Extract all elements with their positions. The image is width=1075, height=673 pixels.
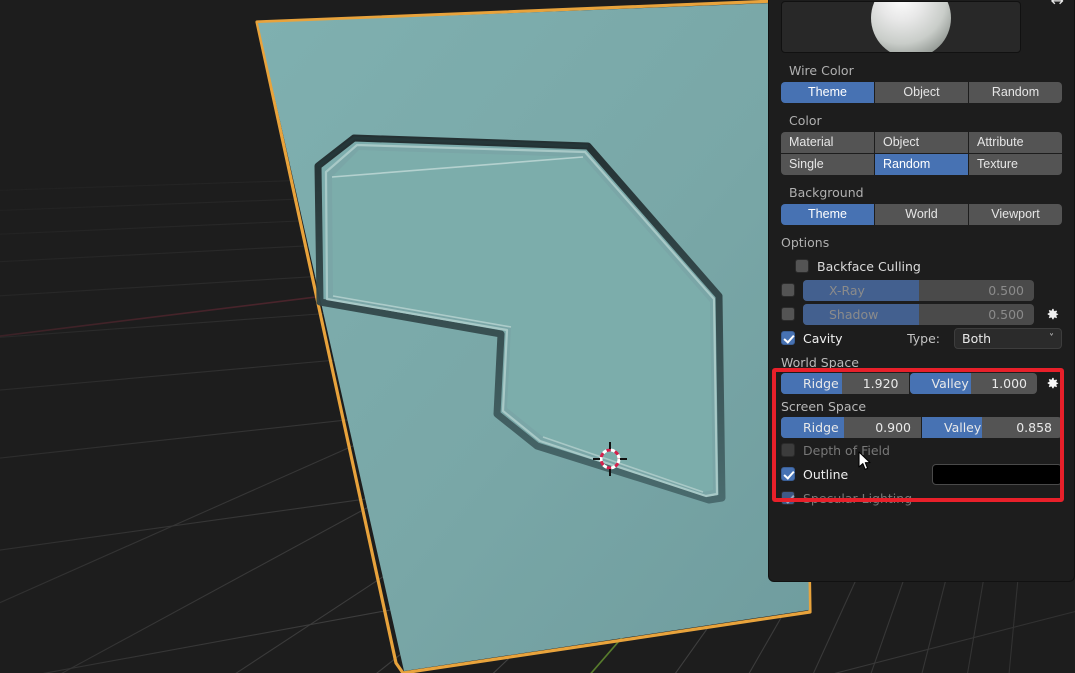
cavity-header-row[interactable]: Cavity Type: Both ˅ (781, 326, 1062, 350)
cavity-checkbox[interactable] (781, 331, 795, 345)
shadow-checkbox[interactable] (781, 307, 795, 321)
mouse-cursor (858, 451, 871, 470)
wire-color-option-object[interactable]: Object (875, 82, 968, 103)
cavity-settings-gear-icon[interactable] (1042, 374, 1062, 394)
cavity-type-label: Type: (907, 330, 940, 346)
horizontal-resize-icon[interactable]: ↔ (1051, 0, 1064, 9)
background-option-theme[interactable]: Theme (781, 204, 874, 225)
color-option-attribute[interactable]: Attribute (969, 132, 1062, 153)
background-option-viewport[interactable]: Viewport (969, 204, 1062, 225)
blender-window: ↔ Wire Color Theme Object Random Color M… (0, 0, 1075, 673)
color-label: Color (789, 113, 822, 128)
xray-value: 0.500 (988, 282, 1024, 298)
specular-lighting-row[interactable]: Specular Lighting (781, 486, 1062, 510)
color-toggle-group[interactable]: Material Object Attribute Single Random … (781, 132, 1062, 175)
shadow-row[interactable]: Shadow 0.500 (781, 302, 1062, 326)
material-preview-sphere (871, 2, 951, 52)
world-space-ridge-value: 1.920 (862, 376, 899, 391)
screen-space-row[interactable]: Ridge 0.900 Valley 0.858 (781, 417, 1062, 438)
wire-color-label: Wire Color (789, 63, 854, 78)
wire-color-option-theme[interactable]: Theme (781, 82, 874, 103)
outline-label: Outline (803, 466, 849, 482)
background-label: Background (789, 185, 864, 200)
screen-space-ridge-value: 0.900 (875, 420, 911, 435)
world-space-label: World Space (781, 355, 859, 370)
depth-of-field-row[interactable]: Depth of Field (781, 438, 1062, 462)
background-option-world[interactable]: World (875, 204, 968, 225)
chevron-down-icon: ˅ (1049, 332, 1054, 344)
backface-culling-row[interactable]: Backface Culling (781, 254, 1062, 278)
outline-color-swatch[interactable] (932, 463, 1062, 485)
specular-lighting-label: Specular Lighting (803, 490, 913, 506)
xray-slider[interactable]: X-Ray 0.500 (803, 279, 1034, 301)
color-option-random[interactable]: Random (875, 154, 968, 175)
cavity-type-dropdown[interactable]: Both ˅ (954, 327, 1062, 349)
outline-checkbox[interactable] (781, 467, 795, 481)
options-label: Options (781, 235, 830, 250)
color-option-material[interactable]: Material (781, 132, 874, 153)
cavity-settings-group[interactable]: Cavity Type: Both ˅ World Space Ridge 1.… (781, 326, 1062, 438)
material-preview-box[interactable] (781, 1, 1021, 53)
screen-space-valley-value: 0.858 (1016, 420, 1052, 435)
3d-cursor-icon (593, 442, 627, 476)
screen-space-ridge-slider[interactable]: Ridge 0.900 (781, 417, 921, 438)
cavity-type-value: Both (962, 330, 992, 346)
shadow-value: 0.500 (988, 306, 1024, 322)
world-space-valley-slider[interactable]: Valley 1.000 (909, 373, 1037, 394)
world-space-valley-value: 1.000 (991, 376, 1027, 391)
wire-color-option-random[interactable]: Random (969, 82, 1062, 103)
color-option-object[interactable]: Object (875, 132, 968, 153)
shadow-slider[interactable]: Shadow 0.500 (803, 303, 1034, 325)
viewport-shading-popover[interactable]: ↔ Wire Color Theme Object Random Color M… (768, 0, 1075, 582)
cavity-label: Cavity (803, 330, 843, 346)
specular-lighting-checkbox[interactable] (781, 491, 795, 505)
screen-space-label: Screen Space (781, 399, 867, 414)
depth-of-field-checkbox[interactable] (781, 443, 795, 457)
background-toggle-group[interactable]: Theme World Viewport (781, 204, 1062, 225)
depth-of-field-label: Depth of Field (803, 442, 890, 458)
color-option-single[interactable]: Single (781, 154, 874, 175)
backface-culling-label: Backface Culling (817, 258, 921, 274)
backface-culling-checkbox[interactable] (795, 259, 809, 273)
world-space-ridge-slider[interactable]: Ridge 1.920 (781, 373, 909, 394)
xray-checkbox[interactable] (781, 283, 795, 297)
wire-color-toggle-group[interactable]: Theme Object Random (781, 82, 1062, 103)
shadow-settings-gear-icon[interactable] (1042, 304, 1062, 324)
color-option-texture[interactable]: Texture (969, 154, 1062, 175)
xray-row[interactable]: X-Ray 0.500 (781, 278, 1062, 302)
world-space-row[interactable]: Ridge 1.920 Valley 1.000 (781, 373, 1062, 394)
screen-space-valley-slider[interactable]: Valley 0.858 (922, 417, 1062, 438)
outline-row[interactable]: Outline (781, 462, 1062, 486)
